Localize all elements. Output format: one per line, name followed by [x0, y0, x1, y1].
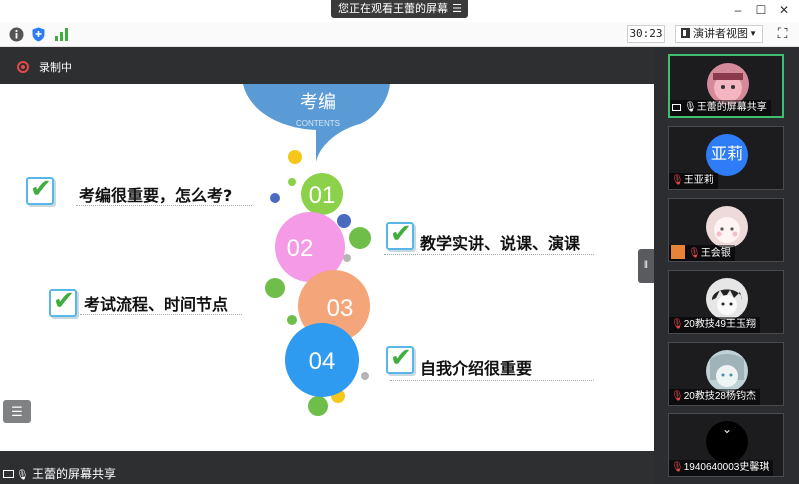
participant-name: 20教技28杨钧杰	[683, 391, 756, 402]
decor-dot	[308, 396, 328, 416]
share-banner-text: 您正在观看王蕾的屏幕	[338, 3, 448, 15]
speaker-view-label: 演讲者视图	[693, 28, 748, 40]
mic-muted-icon: 🎙	[671, 462, 684, 473]
decor-dot	[270, 193, 280, 203]
participant-tile[interactable]: 🎙王蕾的屏幕共享	[668, 54, 784, 118]
checkbox-icon: ✔	[26, 173, 54, 205]
participant-nameplate: 🎙王蕾的屏幕共享	[670, 100, 771, 116]
user-icon	[671, 245, 685, 259]
toolbar: 30:23 演讲者视图 ▼ ⛶	[0, 22, 799, 47]
decor-dot	[361, 372, 369, 380]
participant-tile[interactable]: 🎙20教技28杨钧杰	[668, 342, 784, 406]
divider	[390, 380, 594, 381]
participant-tile[interactable]: 🎙王会银	[668, 198, 784, 262]
avatar	[706, 350, 748, 392]
participant-nameplate: 🎙20教技49王玉翔	[669, 317, 760, 333]
decor-dot	[349, 227, 371, 249]
share-banner[interactable]: 您正在观看王蕾的屏幕 ☰	[331, 0, 468, 18]
participant-nameplate: 🎙王亚莉	[669, 173, 718, 189]
divider	[80, 314, 242, 315]
mic-muted-icon: 🎙	[671, 391, 684, 402]
recording-label: 录制中	[39, 62, 72, 74]
decor-dot	[288, 150, 302, 164]
chevron-down-icon: ▼	[749, 29, 757, 38]
participant-tile[interactable]: 🎙20教技49王玉翔	[668, 270, 784, 334]
participant-name: 1940640003史馨琪	[683, 462, 770, 473]
shared-screen-stage: 录制中 考编 CONTENTS 01 02 03 04 ✔ 考编很重要，怎么考?…	[0, 47, 654, 484]
agenda-item-3: 考试流程、时间节点	[84, 295, 229, 314]
decor-dot	[337, 214, 351, 228]
menu-icon[interactable]: ☰	[452, 0, 462, 18]
recording-icon[interactable]	[17, 61, 29, 73]
participant-name: 王亚莉	[683, 175, 714, 186]
title-bar: 您正在观看王蕾的屏幕 ☰ – ☐ ✕	[0, 0, 799, 22]
decor-dot	[288, 178, 296, 186]
shield-icon[interactable]	[31, 27, 46, 42]
speaker-view-button[interactable]: 演讲者视图 ▼	[675, 25, 763, 43]
number-04: 04	[309, 348, 336, 375]
avatar	[706, 278, 748, 320]
slide-graphics: 考编 CONTENTS 01 02 03 04	[243, 84, 390, 416]
checkbox-icon: ✔	[386, 342, 414, 374]
shared-slide: 考编 CONTENTS 01 02 03 04 ✔ 考编很重要，怎么考? ✔ 教…	[0, 84, 654, 451]
avatar	[706, 206, 748, 248]
screen-share-icon	[672, 104, 681, 111]
speaker-view-icon	[681, 28, 690, 38]
screen-share-icon	[3, 470, 14, 478]
slide-menu-button[interactable]: ☰	[3, 400, 31, 423]
decor-dot	[343, 254, 351, 262]
mic-muted-icon: 🎙	[688, 248, 701, 259]
mic-icon: 🎙	[16, 470, 29, 481]
decor-dot	[287, 315, 297, 325]
share-footer-label: 王蕾的屏幕共享	[32, 467, 117, 481]
mic-icon: 🎙	[684, 102, 697, 113]
participant-name: 王会银	[700, 248, 731, 259]
mic-muted-icon: 🎙	[671, 175, 684, 186]
divider	[384, 254, 594, 255]
maximize-button[interactable]: ☐	[750, 2, 772, 18]
mic-muted-icon: 🎙	[671, 319, 684, 330]
minimize-button[interactable]: –	[727, 2, 749, 18]
participant-nameplate: 🎙20教技28杨钧杰	[669, 389, 760, 405]
close-button[interactable]: ✕	[773, 2, 795, 18]
participant-nameplate: 🎙1940640003史馨琪	[669, 460, 774, 476]
share-footer: 🎙 王蕾的屏幕共享	[0, 464, 130, 484]
avatar: 亚莉	[706, 134, 748, 176]
number-01: 01	[309, 182, 336, 209]
participant-name: 20教技49王玉翔	[683, 319, 756, 330]
recording-bar: 录制中	[0, 47, 654, 84]
divider	[76, 205, 252, 206]
decor-dot	[265, 278, 285, 298]
info-icon[interactable]	[9, 27, 24, 42]
participant-tile[interactable]: ⌄ 🎙1940640003史馨琪	[668, 413, 784, 477]
agenda-item-1: 考编很重要，怎么考?	[79, 186, 233, 205]
checkbox-icon: ✔	[386, 218, 414, 250]
participant-tile[interactable]: 亚莉 🎙王亚莉	[668, 126, 784, 190]
agenda-item-2: 教学实讲、说课、演课	[420, 234, 581, 253]
chevron-down-icon[interactable]: ⌄	[706, 421, 748, 437]
participant-name: 王蕾的屏幕共享	[696, 102, 767, 113]
agenda-item-4: 自我介绍很重要	[420, 359, 533, 378]
meeting-timer: 30:23	[627, 25, 665, 43]
checkbox-icon: ✔	[49, 285, 77, 317]
participants-panel: 🎙王蕾的屏幕共享 亚莉 🎙王亚莉 🎙王会银 🎙20教技49王玉翔 🎙20教技28…	[654, 47, 799, 484]
avatar: ⌄	[706, 421, 748, 463]
slide-header-title: 考编	[300, 92, 336, 113]
avatar	[707, 63, 749, 105]
fullscreen-icon[interactable]: ⛶	[776, 26, 789, 40]
number-02: 02	[287, 235, 314, 262]
collapse-panel-handle[interactable]: ‖	[638, 249, 654, 283]
number-03: 03	[327, 295, 354, 322]
slide-header-subtitle: CONTENTS	[296, 119, 340, 128]
participant-nameplate: 🎙王会银	[669, 245, 735, 261]
signal-icon[interactable]	[54, 27, 69, 42]
